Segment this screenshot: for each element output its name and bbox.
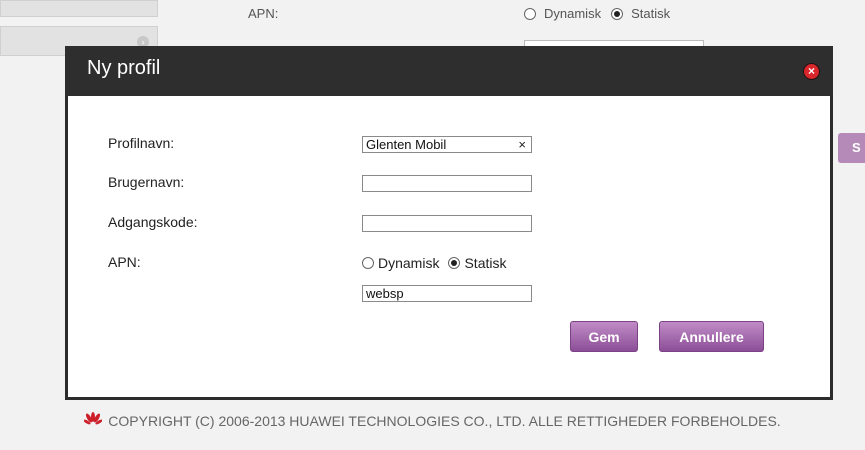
clear-icon[interactable]: ×	[518, 137, 526, 152]
apn-label: APN:	[108, 254, 141, 270]
copyright-text: COPYRIGHT (C) 2006-2013 HUAWEI TECHNOLOG…	[108, 412, 781, 429]
profile-name-field[interactable]: Glenten Mobil ×	[362, 136, 532, 153]
apn-radio-dynamic[interactable]	[362, 257, 374, 269]
apn-radio-dynamic-label[interactable]: Dynamisk	[378, 255, 439, 271]
background-radio-dynamic[interactable]	[524, 7, 536, 20]
password-label: Adgangskode:	[108, 214, 198, 230]
apn-field[interactable]: websp	[362, 285, 532, 302]
cancel-button[interactable]: Annullere	[659, 321, 764, 352]
background-apn-radio-group: Dynamisk Statisk	[524, 6, 670, 21]
save-button[interactable]: Gem	[570, 321, 638, 352]
background-radio-static[interactable]	[611, 7, 624, 20]
background-apn-label: APN:	[248, 6, 279, 21]
huawei-logo-icon	[83, 412, 103, 429]
profile-name-value: Glenten Mobil	[366, 137, 447, 152]
sidebar-item[interactable]	[0, 0, 158, 17]
new-profile-dialog: Ny profil × Profilnavn: Glenten Mobil × …	[65, 46, 833, 400]
username-field[interactable]	[362, 175, 532, 192]
background-side-button[interactable]: S	[838, 133, 865, 163]
password-field[interactable]	[362, 215, 532, 232]
username-label: Brugernavn:	[108, 174, 185, 190]
dialog-title: Ny profil	[87, 57, 161, 79]
close-icon[interactable]: ×	[803, 63, 820, 80]
dialog-header: Ny profil ×	[65, 46, 833, 96]
apn-radio-group: Dynamisk Statisk	[362, 255, 506, 271]
background-radio-dynamic-label: Dynamisk	[544, 6, 602, 21]
profile-name-label: Profilnavn:	[108, 135, 175, 151]
footer: COPYRIGHT (C) 2006-2013 HUAWEI TECHNOLOG…	[0, 412, 865, 429]
background-radio-static-label: Statisk	[631, 6, 671, 21]
apn-radio-static-label[interactable]: Statisk	[464, 255, 506, 271]
apn-radio-static[interactable]	[448, 257, 461, 269]
